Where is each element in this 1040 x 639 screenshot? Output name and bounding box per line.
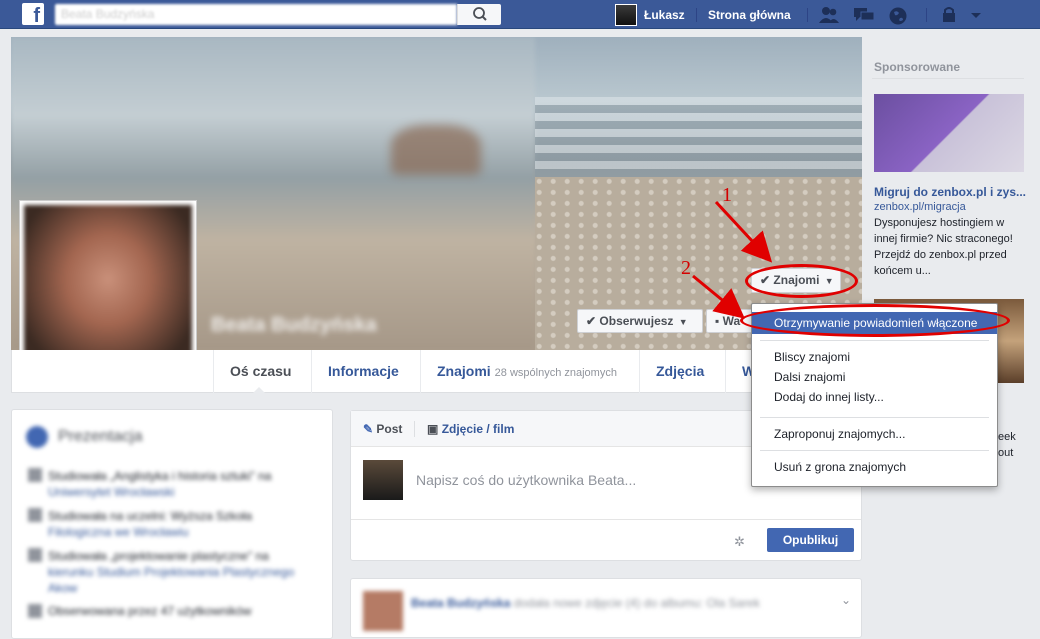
chevron-down-icon[interactable]: ⌄ — [841, 593, 851, 607]
intro-item-link[interactable]: Akow — [48, 580, 294, 596]
composer-tab-photo-label: Zdjęcie / film — [441, 422, 515, 436]
active-tab-indicator — [252, 387, 266, 394]
menu-item-close-friends[interactable]: Bliscy znajomi — [752, 347, 997, 367]
intro-item-link[interactable]: Uniwersytet Wrocławski — [48, 484, 271, 500]
intro-title: Prezentacja — [58, 428, 143, 445]
post-author-avatar[interactable] — [363, 591, 403, 631]
pencil-icon: ✎ — [363, 422, 374, 436]
menu-separator — [760, 340, 989, 341]
education-icon — [28, 548, 42, 562]
message-icon: ▪ — [715, 314, 720, 328]
check-icon: ✔ — [586, 314, 597, 328]
menu-item-unfriend[interactable]: Usuń z grona znajomych — [752, 457, 997, 477]
intro-item-text: Studiowała na uczelni: Wyższa Szkoła — [48, 509, 252, 523]
ad2-text-line: eek — [998, 431, 1016, 443]
ad-text-line: Dysponujesz hostingiem w — [874, 217, 1005, 229]
following-button-label: Obserwujesz — [599, 314, 674, 328]
intro-item: Studiowała na uczelni: Wyższa Szkoła Fil… — [48, 508, 252, 540]
publish-button[interactable]: Opublikuj — [767, 528, 854, 552]
tab-about[interactable]: Informacje — [311, 350, 415, 393]
globe-icon — [26, 426, 48, 448]
privacy-shortcuts-icon[interactable] — [940, 6, 960, 24]
search-icon — [473, 7, 487, 21]
annotation-ring-friends — [745, 264, 858, 298]
divider — [926, 8, 927, 22]
composer-tab-post[interactable]: ✎ Post — [363, 422, 402, 436]
chevron-down-icon: ▼ — [678, 317, 688, 327]
intro-item: Studiowała „projektowanie plastyczne” na… — [48, 548, 294, 596]
message-button-label: Wa — [722, 314, 741, 328]
divider — [351, 519, 861, 520]
ad-text: Dysponujesz hostingiem w innej firmie? N… — [874, 215, 1013, 279]
annotation-number-2: 2 — [681, 257, 691, 279]
menu-separator — [760, 450, 989, 451]
annotation-ring-notifications — [740, 304, 1010, 337]
divider — [872, 78, 1024, 79]
profile-tabs: Oś czasu Informacje Znajomi 28 wspólnych … — [11, 350, 862, 394]
post-text: dodała nowe zdjęcie (4) do albumu: Ola S… — [513, 596, 760, 610]
mutual-friends-count: 28 wspólnych znajomych — [494, 367, 617, 379]
followers-icon — [28, 604, 42, 618]
composer-tab-post-label: Post — [376, 422, 403, 436]
profile-link[interactable]: Łukasz — [644, 8, 685, 22]
menu-item-acquaintances[interactable]: Dalsi znajomi — [752, 367, 997, 387]
intro-item: Studiowała „Anglistyka i historia sztuki… — [48, 468, 271, 500]
menu-item-suggest-friends[interactable]: Zaproponuj znajomych... — [752, 424, 997, 444]
composer-tab-photo[interactable]: ▣ Zdjęcie / film — [427, 422, 514, 436]
education-icon — [28, 508, 42, 522]
tab-friends[interactable]: Znajomi 28 wspólnych znajomych — [420, 350, 633, 393]
sponsored-heading: Sponsorowane — [874, 60, 961, 74]
menu-separator — [760, 417, 989, 418]
tab-photos[interactable]: Zdjęcia — [639, 350, 720, 393]
intro-item-link[interactable]: Filologiczna we Wrocławiu — [48, 524, 252, 540]
messages-icon[interactable] — [853, 6, 875, 24]
ad2-text: eek out — [998, 429, 1016, 461]
ad-image[interactable] — [874, 94, 1024, 172]
search-input[interactable]: Beata Budzyńska — [55, 4, 457, 25]
ad-text-line: końcem u... — [874, 265, 931, 277]
facebook-logo[interactable]: f — [22, 3, 44, 25]
composer-input[interactable]: Napisz coś do użytkownika Beata... — [416, 472, 636, 488]
home-link[interactable]: Strona główna — [708, 8, 791, 22]
friend-requests-icon[interactable] — [818, 6, 839, 24]
top-navigation-bar: f Beata Budzyńska Łukasz Strona główna — [0, 0, 1040, 29]
account-menu-chevron-icon[interactable] — [966, 6, 986, 24]
intro-item-text: Studiowała „Anglistyka i historia sztuki… — [48, 469, 272, 483]
ad2-text-line: out — [998, 447, 1014, 459]
intro-followers: Obserwowana przez 47 użytkowników — [48, 604, 252, 618]
user-avatar[interactable] — [615, 4, 637, 26]
profile-name[interactable]: Beata Budzyńska — [211, 314, 377, 337]
intro-card: Prezentacja Studiowała „Anglistyka i his… — [11, 409, 333, 639]
search-button[interactable] — [457, 4, 501, 25]
post-author[interactable]: Beata Budzyńska — [411, 596, 510, 610]
ad-title[interactable]: Migruj do zenbox.pl i zys... — [874, 185, 1026, 199]
intro-item-link[interactable]: kierunku Studium Projektowania Plastyczn… — [48, 564, 294, 580]
gear-icon[interactable]: ✲ — [734, 534, 745, 550]
post-header: Beata Budzyńska dodała nowe zdjęcie (4) … — [411, 595, 821, 611]
ad-url[interactable]: zenbox.pl/migracja — [874, 201, 966, 213]
profile-picture[interactable] — [19, 200, 197, 375]
profile-picture-image — [24, 205, 192, 370]
menu-item-add-to-list[interactable]: Dodaj do innej listy... — [752, 387, 997, 407]
cover-waves — [535, 97, 862, 177]
notifications-globe-icon[interactable] — [888, 6, 908, 25]
following-button[interactable]: ✔ Obserwujesz ▼ — [577, 309, 703, 333]
divider — [696, 8, 697, 22]
divider — [807, 8, 808, 22]
camera-icon: ▣ — [427, 422, 439, 436]
education-icon — [28, 468, 42, 482]
annotation-number-1: 1 — [722, 184, 732, 206]
composer-avatar — [363, 460, 403, 500]
divider — [414, 421, 415, 437]
tab-friends-label: Znajomi — [437, 363, 491, 379]
intro-item-text: Studiowała „projektowanie plastyczne” na — [48, 549, 269, 563]
feed-post: Beata Budzyńska dodała nowe zdjęcie (4) … — [350, 578, 862, 638]
cover-figures — [391, 125, 481, 175]
ad-text-line: Przejdź do zenbox.pl przed — [874, 249, 1007, 261]
ad-text-line: innej firmie? Nic straconego! — [874, 233, 1013, 245]
